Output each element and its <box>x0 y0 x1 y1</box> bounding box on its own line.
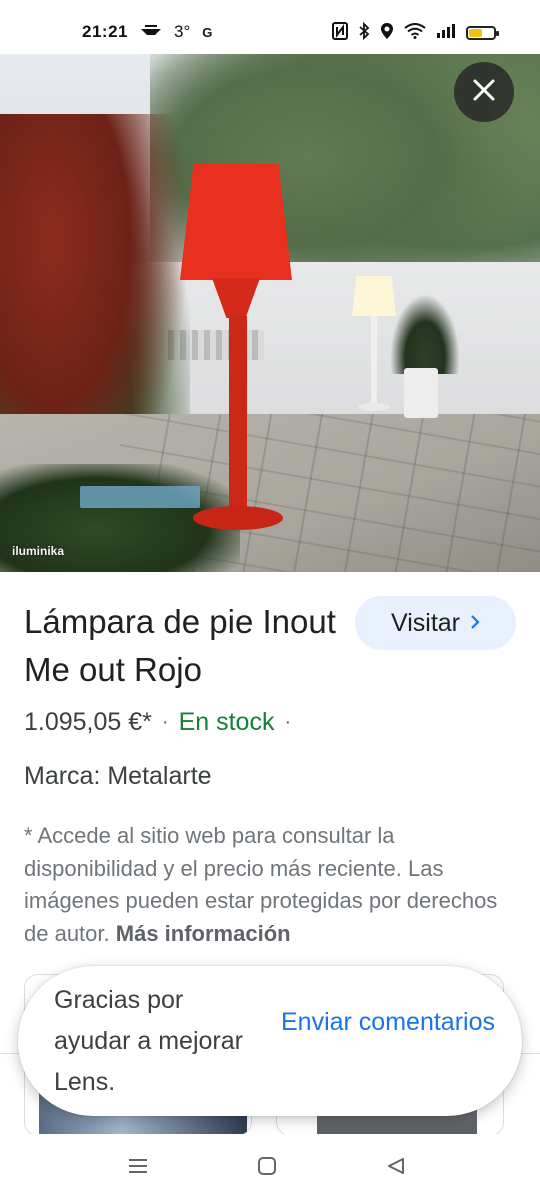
separator: · <box>161 711 169 733</box>
image-white-lamp-base <box>358 403 390 411</box>
back-button[interactable] <box>384 1156 408 1180</box>
image-pot <box>404 368 438 418</box>
location-icon <box>380 22 394 44</box>
image-plant <box>390 294 460 374</box>
home-icon <box>257 1156 277 1181</box>
more-info-link[interactable]: Más información <box>116 921 291 946</box>
chevron-right-icon <box>470 610 480 636</box>
price-row: 1.095,05 €* · En stock · <box>24 708 291 737</box>
image-pool <box>80 486 200 508</box>
wifi-icon <box>404 23 426 43</box>
home-button[interactable] <box>255 1156 279 1180</box>
status-bar: 21:21 3° G <box>0 0 540 54</box>
menu-button[interactable] <box>126 1156 150 1180</box>
image-red-lamp-stem <box>229 316 247 512</box>
product-image[interactable]: iluminika <box>0 54 540 572</box>
battery-fill <box>469 29 482 37</box>
separator: · <box>284 711 292 733</box>
image-watermark: iluminika <box>12 544 65 558</box>
image-red-lamp-shade <box>180 164 292 280</box>
close-icon <box>472 78 496 107</box>
price: 1.095,05 €* <box>24 708 152 736</box>
image-red-lamp-base <box>193 506 283 530</box>
toast-message: Gracias por ayudar a mejorar Lens. <box>54 986 243 1096</box>
disclaimer: * Accede al sitio web para consultar la … <box>24 820 504 950</box>
send-feedback-button[interactable]: Enviar comentarios <box>276 1004 500 1040</box>
product-title: Lámpara de pie Inout Me out Rojo <box>24 603 336 688</box>
status-right <box>332 21 499 44</box>
visit-button-label: Visitar <box>390 608 460 637</box>
nfc-icon <box>332 22 348 44</box>
navigation-bar <box>0 1134 540 1200</box>
availability: En stock <box>178 708 275 736</box>
temperature: 3° <box>173 22 191 41</box>
feedback-toast: Gracias por ayudar a mejorar Lens. Envia… <box>18 966 522 1116</box>
network-indicator: G <box>202 24 213 40</box>
status-left: 21:21 3° G <box>82 22 212 42</box>
battery-icon <box>466 26 499 40</box>
menu-icon <box>127 1157 149 1180</box>
signal-icon <box>436 23 456 43</box>
image-white-lamp-stem <box>371 316 377 408</box>
weather-icon <box>140 22 162 42</box>
clock: 21:21 <box>82 22 128 41</box>
close-button[interactable] <box>454 62 514 122</box>
visit-button[interactable]: Visitar <box>355 596 516 650</box>
brand: Marca: Metalarte <box>24 762 212 790</box>
back-icon <box>386 1156 406 1181</box>
bluetooth-icon <box>358 21 370 44</box>
